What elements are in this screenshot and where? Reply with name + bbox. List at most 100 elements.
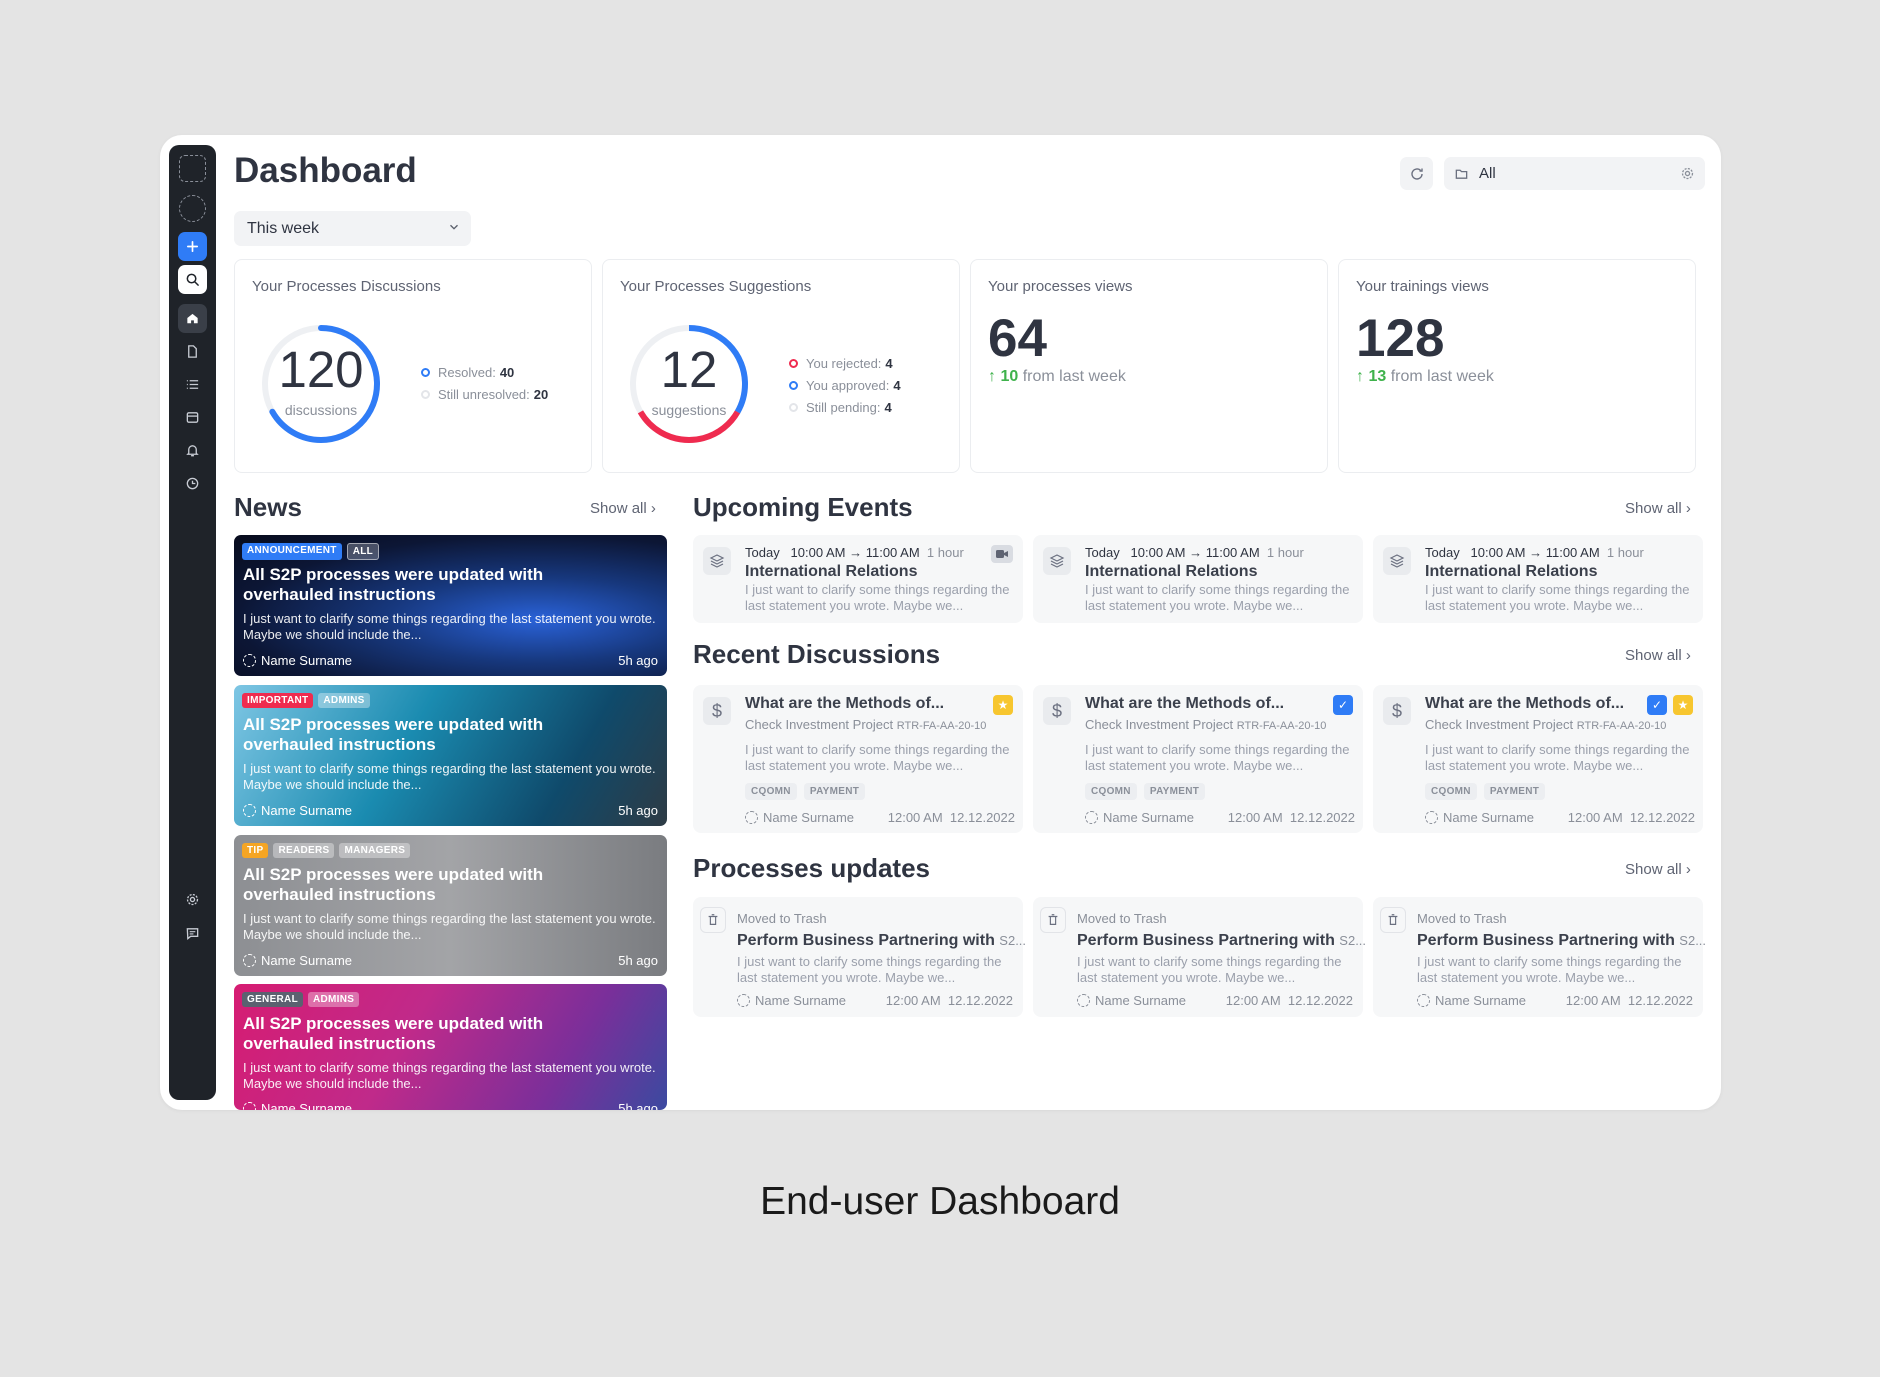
tag-important: IMPORTANT	[242, 693, 314, 708]
process-name: Perform Business Partnering with	[1417, 932, 1675, 949]
search-icon	[186, 273, 199, 286]
suggestions-stat-card[interactable]: Your Processes Suggestions 12 suggestion…	[602, 259, 960, 473]
search-button[interactable]	[178, 265, 207, 294]
tag-announcement: ANNOUNCEMENT	[242, 543, 342, 560]
chip: PAYMENT	[803, 783, 866, 800]
discussion-card[interactable]: $ What are the Methods of... ★ Check Inv…	[693, 685, 1023, 833]
star-icon[interactable]: ★	[993, 695, 1013, 715]
sidebar-item-calendar[interactable]	[178, 403, 207, 432]
video-call-icon[interactable]	[991, 545, 1013, 563]
news-show-all-link[interactable]: Show all ›	[590, 500, 656, 517]
legend-approved: You approved: 4	[789, 378, 901, 393]
stat-value: 128	[1356, 309, 1445, 368]
calendar-icon	[186, 412, 199, 423]
news-card[interactable]: TIP READERS MANAGERS All S2P processes w…	[234, 835, 667, 976]
legend-value: 4	[884, 400, 892, 415]
news-tags: ANNOUNCEMENT ALL	[242, 543, 380, 560]
update-title: Perform Business Partnering with S2...	[1077, 932, 1366, 950]
discussions-stat-card[interactable]: Your Processes Discussions 120 discussio…	[234, 259, 592, 473]
sidebar-item-home[interactable]	[178, 304, 207, 333]
dollar-icon: $	[703, 697, 731, 725]
legend-rejected: You rejected: 4	[789, 356, 893, 371]
news-text: I just want to clarify some things regar…	[243, 761, 656, 792]
news-title: All S2P processes were updated with over…	[243, 865, 544, 904]
event-start: 10:00 AM	[1130, 545, 1186, 560]
chat-icon	[186, 928, 199, 941]
process-update-card[interactable]: Moved to Trash Perform Business Partneri…	[1033, 897, 1366, 1017]
period-select[interactable]: This week	[234, 211, 471, 246]
add-button[interactable]	[178, 232, 207, 261]
author-name: Name Surname	[1095, 993, 1187, 1008]
legend-dot	[789, 381, 798, 390]
date: 12.12.2022	[1287, 993, 1353, 1008]
refresh-button[interactable]	[1400, 157, 1433, 190]
event-card[interactable]: Today 10:00 AM → 11:00 AM 1 hour Interna…	[1033, 535, 1363, 623]
chevron-right-icon: ›	[1685, 500, 1691, 517]
stat-title: Your Processes Suggestions	[620, 278, 812, 295]
delta-value: 13	[1368, 368, 1387, 385]
legend-label: You rejected:	[806, 356, 882, 371]
event-day: Today	[745, 545, 780, 560]
event-card[interactable]: Today 10:00 AM → 11:00 AM 1 hour Interna…	[693, 535, 1023, 623]
news-time: 5h ago	[618, 1101, 658, 1110]
sidebar-item-documents[interactable]	[178, 337, 207, 366]
author-name: Name Surname	[261, 953, 353, 968]
update-meta: Name Surname 12:00 AM 12.12.2022	[1077, 993, 1353, 1008]
sidebar-item-feedback[interactable]	[178, 919, 207, 948]
events-show-all-link[interactable]: Show all ›	[1625, 500, 1691, 517]
gear-icon[interactable]	[1680, 166, 1695, 181]
gear-icon	[186, 893, 199, 906]
avatar	[1085, 811, 1098, 824]
legend-unresolved: Still unresolved: 20	[421, 387, 548, 402]
update-status: Moved to Trash	[1417, 911, 1507, 926]
discussion-chips: CQOMN PAYMENT	[745, 783, 866, 800]
verified-icon[interactable]: ✓	[1647, 695, 1667, 715]
show-all-label: Show all	[1625, 500, 1682, 517]
event-card[interactable]: Today 10:00 AM → 11:00 AM 1 hour Interna…	[1373, 535, 1703, 623]
chevron-right-icon: ›	[1685, 861, 1691, 878]
tag-audience: READERS	[273, 843, 335, 858]
legend-dot	[421, 390, 430, 399]
tag-audience: ADMINS	[318, 693, 370, 708]
date: 12.12.2022	[949, 810, 1015, 825]
project-code: RTR-FA-AA-20-10	[1236, 720, 1327, 732]
training-views-stat-card[interactable]: Your trainings views 128 ↑ 13 from last …	[1338, 259, 1696, 473]
tag-general: GENERAL	[242, 992, 303, 1007]
discussion-card[interactable]: $ What are the Methods of... ✓ ★ Check I…	[1373, 685, 1703, 833]
discussions-show-all-link[interactable]: Show all ›	[1625, 647, 1691, 664]
avatar[interactable]	[179, 195, 206, 222]
updates-show-all-link[interactable]: Show all ›	[1625, 861, 1691, 878]
process-update-card[interactable]: Moved to Trash Perform Business Partneri…	[693, 897, 1026, 1017]
date: 12.12.2022	[1627, 993, 1693, 1008]
legend-dot	[421, 368, 430, 377]
chevron-right-icon: ›	[650, 500, 656, 517]
avatar	[243, 954, 256, 967]
legend-value: 4	[893, 378, 901, 393]
author-name: Name Surname	[763, 810, 855, 825]
scope-filter[interactable]: All	[1444, 157, 1705, 190]
sidebar-item-settings[interactable]	[178, 885, 207, 914]
verified-icon[interactable]: ✓	[1333, 695, 1353, 715]
avatar	[1417, 994, 1430, 1007]
sidebar-item-notifications[interactable]	[178, 436, 207, 465]
avatar	[243, 804, 256, 817]
time: 12:00 AM	[1227, 810, 1283, 825]
event-duration: 1 hour	[1606, 545, 1644, 560]
news-card[interactable]: GENERAL ADMINS All S2P processes were up…	[234, 984, 667, 1110]
logo-placeholder-icon[interactable]	[179, 155, 206, 182]
discussion-datetime: 12:00 AM 12.12.2022	[888, 810, 1015, 825]
news-card[interactable]: IMPORTANT ADMINS All S2P processes were …	[234, 685, 667, 826]
event-time: Today 10:00 AM → 11:00 AM 1 hour	[1085, 545, 1304, 560]
update-meta: Name Surname 12:00 AM 12.12.2022	[737, 993, 1013, 1008]
process-views-stat-card[interactable]: Your processes views 64 ↑ 10 from last w…	[970, 259, 1328, 473]
process-name: Perform Business Partnering with	[737, 932, 995, 949]
news-card[interactable]: ANNOUNCEMENT ALL All S2P processes were …	[234, 535, 667, 676]
stat-title: Your trainings views	[1356, 278, 1489, 295]
news-tags: TIP READERS MANAGERS	[242, 843, 411, 858]
chip: CQOMN	[745, 783, 797, 800]
sidebar-item-list[interactable]	[178, 370, 207, 399]
process-update-card[interactable]: Moved to Trash Perform Business Partneri…	[1373, 897, 1706, 1017]
sidebar-item-history[interactable]	[178, 469, 207, 498]
star-icon[interactable]: ★	[1673, 695, 1693, 715]
discussion-card[interactable]: $ What are the Methods of... ✓ Check Inv…	[1033, 685, 1363, 833]
